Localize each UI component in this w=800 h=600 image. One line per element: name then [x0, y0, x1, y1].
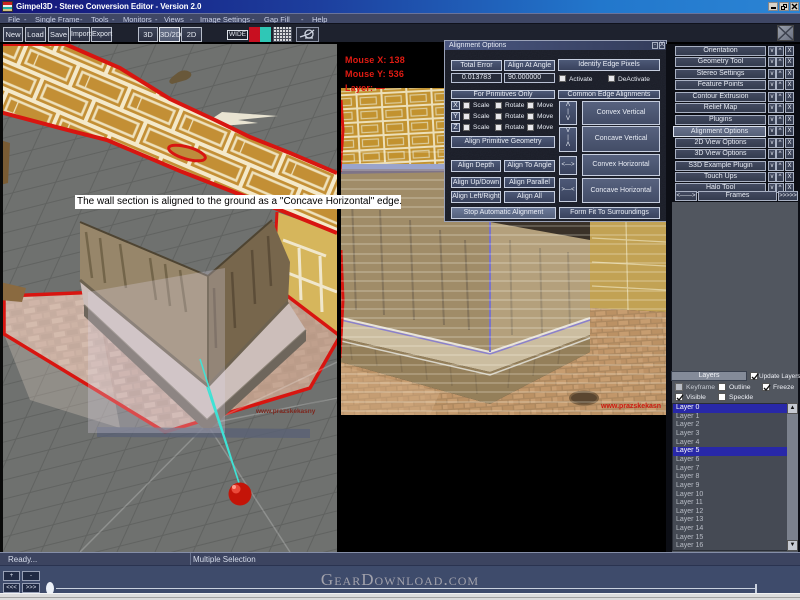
svg-text:www.prazskekasn: www.prazskekasn [600, 403, 661, 410]
svg-text:www.prazskekasny: www.prazskekasny [255, 408, 316, 415]
